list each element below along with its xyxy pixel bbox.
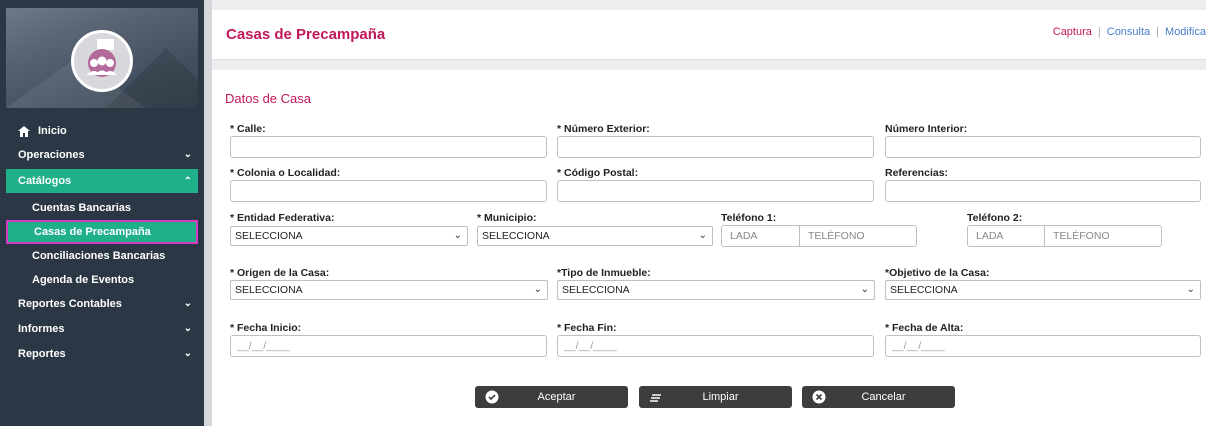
chevron-down-icon: ⌄ xyxy=(860,284,869,295)
home-icon xyxy=(18,125,30,137)
sidebar-item-label: Informes xyxy=(18,323,65,335)
link-captura[interactable]: Captura xyxy=(1053,26,1092,38)
chevron-down-icon: ⌄ xyxy=(183,348,192,359)
objetivo-casa-label: *Objetivo de la Casa: xyxy=(885,267,990,279)
eraser-icon xyxy=(650,394,661,402)
numero-interior-label: Número Interior: xyxy=(885,123,968,135)
logo-icon xyxy=(71,30,133,92)
sidebar-item-label: Reportes Contables xyxy=(18,298,122,310)
colonia-label: * Colonia o Localidad: xyxy=(230,167,341,179)
page-header: Casas de Precampaña Captura | Consulta | Mod… xyxy=(212,10,1206,60)
sidebar-item-label: Cuentas Bancarias xyxy=(32,202,132,214)
link-consulta[interactable]: Consulta xyxy=(1107,26,1150,38)
sidebar-item-label: Inicio xyxy=(38,125,67,137)
sidebar-item-cuentas-bancarias[interactable]: Cuentas Bancarias xyxy=(6,196,198,220)
form-panel: Datos de Casa * Calle: * Número Exterior… xyxy=(212,70,1206,426)
select-value: SELECCIONA xyxy=(890,284,958,296)
fecha-fin-label: * Fecha Fin: xyxy=(557,322,617,334)
numero-exterior-input[interactable] xyxy=(557,136,874,158)
select-value: SELECCIONA xyxy=(482,230,550,242)
sidebar-item-catalogos[interactable]: Catálogos ⌃ xyxy=(6,169,198,193)
link-modifica[interactable]: Modifica xyxy=(1165,26,1206,38)
chevron-down-icon: ⌄ xyxy=(183,149,192,160)
sidebar-item-label: Agenda de Eventos xyxy=(32,274,135,286)
sidebar-item-operaciones[interactable]: Operaciones ⌄ xyxy=(6,143,198,167)
fecha-alta-label: * Fecha de Alta: xyxy=(885,322,964,334)
sidebar-divider xyxy=(204,0,212,426)
check-circle-icon xyxy=(485,390,499,404)
select-value: SELECCIONA xyxy=(562,284,630,296)
sidebar: Inicio Operaciones ⌄ Catálogos ⌃ Cuentas… xyxy=(0,0,204,426)
chevron-down-icon: ⌄ xyxy=(533,284,542,295)
sidebar-item-reportes-contables[interactable]: Reportes Contables ⌄ xyxy=(6,292,198,316)
tipo-inmueble-label: *Tipo de Inmueble: xyxy=(557,267,651,279)
sidebar-item-label: Operaciones xyxy=(18,149,85,161)
referencias-input[interactable] xyxy=(885,180,1201,202)
select-value: SELECCIONA xyxy=(235,284,303,296)
sidebar-item-conciliaciones-bancarias[interactable]: Conciliaciones Bancarias xyxy=(6,244,198,268)
x-circle-icon xyxy=(812,390,826,404)
fecha-inicio-input[interactable]: __/__/____ xyxy=(230,335,547,357)
telefono-1-lada-input[interactable]: LADA xyxy=(721,225,800,247)
chevron-down-icon: ⌄ xyxy=(453,230,462,241)
fecha-inicio-label: * Fecha Inicio: xyxy=(230,322,302,334)
chevron-down-icon: ⌄ xyxy=(183,298,192,309)
numero-exterior-label: * Número Exterior: xyxy=(557,123,650,135)
sidebar-item-inicio[interactable]: Inicio xyxy=(6,119,198,143)
sidebar-item-casas-de-precampana[interactable]: Casas de Precampaña xyxy=(6,220,198,244)
chevron-down-icon: ⌄ xyxy=(698,230,707,241)
page-title: Casas de Precampaña xyxy=(226,26,386,43)
limpiar-button[interactable]: Limpiar xyxy=(639,386,792,408)
referencias-label: Referencias: xyxy=(885,167,949,179)
origen-casa-select[interactable]: SELECCIONA ⌄ xyxy=(230,280,548,300)
codigo-postal-label: * Código Postal: xyxy=(557,167,639,179)
telefono-1-numero-input[interactable]: TELÉFONO xyxy=(800,225,917,247)
cancelar-button[interactable]: Cancelar xyxy=(802,386,955,408)
objetivo-casa-select[interactable]: SELECCIONA ⌄ xyxy=(885,280,1201,300)
chevron-up-icon: ⌃ xyxy=(183,176,192,187)
sidebar-item-reportes[interactable]: Reportes ⌄ xyxy=(6,342,198,366)
sidebar-item-label: Conciliaciones Bancarias xyxy=(32,250,166,262)
link-separator: | xyxy=(1156,26,1160,38)
calle-input[interactable] xyxy=(230,136,547,158)
sidebar-item-informes[interactable]: Informes ⌄ xyxy=(6,317,198,341)
telefono-2-label: Teléfono 2: xyxy=(967,212,1023,224)
chevron-down-icon: ⌄ xyxy=(183,323,192,334)
colonia-input[interactable] xyxy=(230,180,547,202)
tipo-inmueble-select[interactable]: SELECCIONA ⌄ xyxy=(557,280,875,300)
fecha-alta-input[interactable]: __/__/____ xyxy=(885,335,1201,357)
section-title: Datos de Casa xyxy=(225,91,311,106)
codigo-postal-input[interactable] xyxy=(557,180,874,202)
logo-banner xyxy=(6,8,198,108)
entidad-federativa-select[interactable]: SELECCIONA ⌄ xyxy=(230,226,468,246)
origen-casa-label: * Origen de la Casa: xyxy=(230,267,330,279)
aceptar-button[interactable]: Aceptar xyxy=(475,386,628,408)
mode-links: Captura | Consulta | Modifica xyxy=(1053,26,1206,38)
telefono-1-label: Teléfono 1: xyxy=(721,212,777,224)
sidebar-item-label: Casas de Precampaña xyxy=(34,226,151,238)
select-value: SELECCIONA xyxy=(235,230,303,242)
sidebar-item-label: Catálogos xyxy=(18,175,72,187)
fecha-fin-input[interactable]: __/__/____ xyxy=(557,335,874,357)
telefono-2-numero-input[interactable]: TELÉFONO xyxy=(1045,225,1162,247)
telefono-2-lada-input[interactable]: LADA xyxy=(967,225,1045,247)
link-separator: | xyxy=(1097,26,1101,38)
chevron-down-icon: ⌄ xyxy=(1186,284,1195,295)
calle-label: * Calle: xyxy=(230,123,266,135)
entidad-federativa-label: * Entidad Federativa: xyxy=(230,212,335,224)
numero-interior-input[interactable] xyxy=(885,136,1201,158)
sidebar-item-label: Reportes xyxy=(18,348,66,360)
municipio-label: * Municipio: xyxy=(477,212,537,224)
sidebar-item-agenda-de-eventos[interactable]: Agenda de Eventos xyxy=(6,268,198,292)
municipio-select[interactable]: SELECCIONA ⌄ xyxy=(477,226,713,246)
